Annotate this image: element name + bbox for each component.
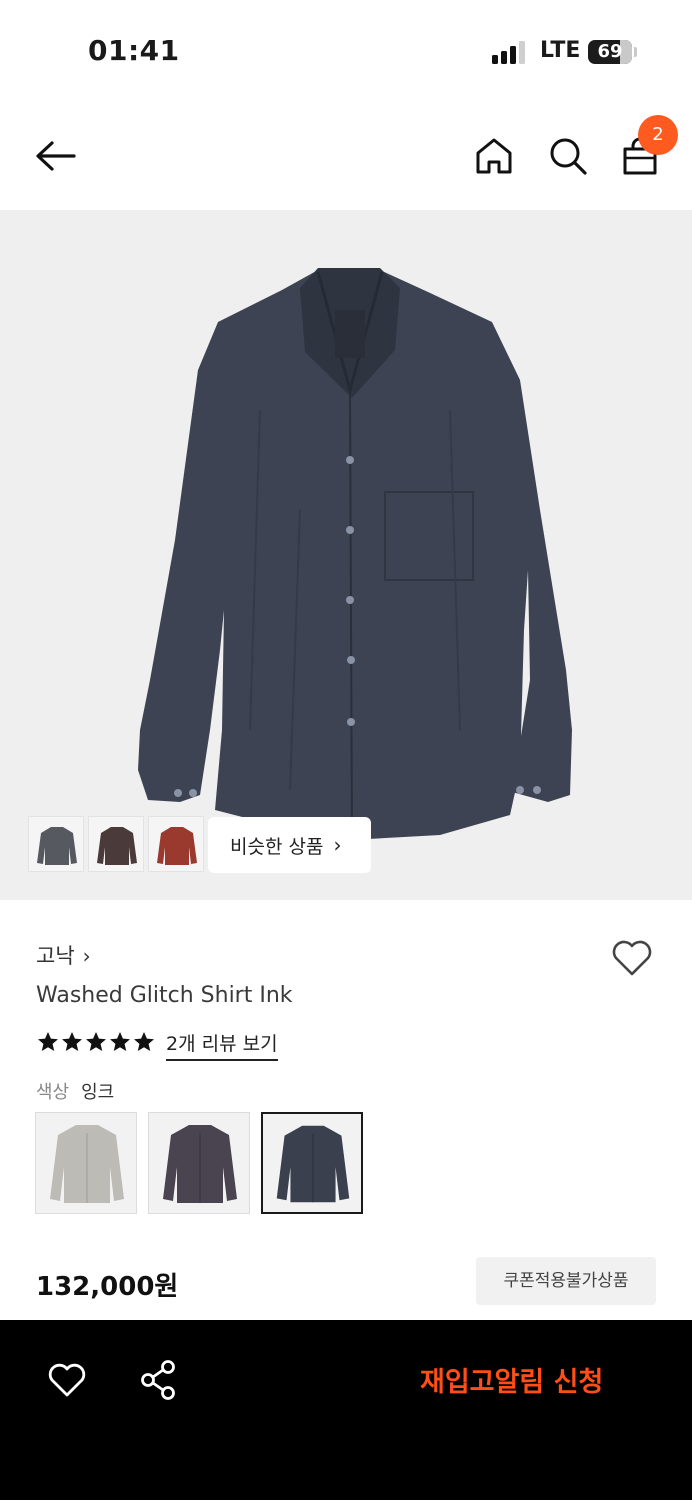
bottom-action-bar: 재입고알림 신청 [0,1320,692,1500]
heart-icon[interactable] [46,1360,88,1400]
color-label: 색상 [36,1082,70,1103]
chevron-right-icon: › [82,944,91,968]
search-icon[interactable] [546,134,590,178]
review-link[interactable]: 2개 리뷰 보기 [166,1029,278,1061]
status-bar: 01:41 LTE 69 [0,0,692,100]
product-image-gallery[interactable] [0,210,692,900]
coupon-note-badge: 쿠폰적용불가상품 [476,1257,656,1305]
arrow-left-icon[interactable] [32,136,80,176]
color-row: 색상 잉크 [36,1078,114,1104]
signal-icon [492,41,525,64]
network-label: LTE [540,38,581,63]
star-icon [134,1032,154,1051]
color-value: 잉크 [81,1082,115,1103]
similar-products-label: 비슷한 상품 [230,835,324,858]
heart-icon[interactable] [610,938,654,978]
similar-thumbnail-red[interactable] [148,816,204,872]
top-nav [0,100,692,210]
restock-alert-button[interactable]: 재입고알림 신청 [420,1360,603,1399]
home-icon[interactable] [472,134,516,178]
brand-link[interactable]: 고낙 › [36,940,91,970]
product-name: Washed Glitch Shirt Ink [36,983,293,1008]
share-icon[interactable] [138,1358,178,1402]
product-price: 132,000원 [36,1272,179,1302]
star-icon [110,1032,130,1051]
star-icon [62,1032,82,1051]
rating-stars [36,1028,156,1056]
similar-thumbnail-gray[interactable] [28,816,84,872]
status-time: 01:41 [88,34,180,67]
star-icon [86,1032,106,1051]
color-option-plum[interactable] [148,1112,250,1214]
battery-tip [634,47,637,57]
battery-level: 69 [597,41,623,62]
star-icon [38,1032,58,1051]
similar-thumbnail-brown[interactable] [88,816,144,872]
battery-icon: 69 [588,40,632,64]
cart-count-badge: 2 [638,115,678,155]
product-shirt-image [138,268,572,841]
similar-products-button[interactable]: 비슷한 상품 › [208,817,371,873]
color-option-gray[interactable] [35,1112,137,1214]
color-option-ink[interactable] [261,1112,363,1214]
brand-name: 고낙 [36,944,75,968]
chevron-right-icon: › [333,833,342,857]
